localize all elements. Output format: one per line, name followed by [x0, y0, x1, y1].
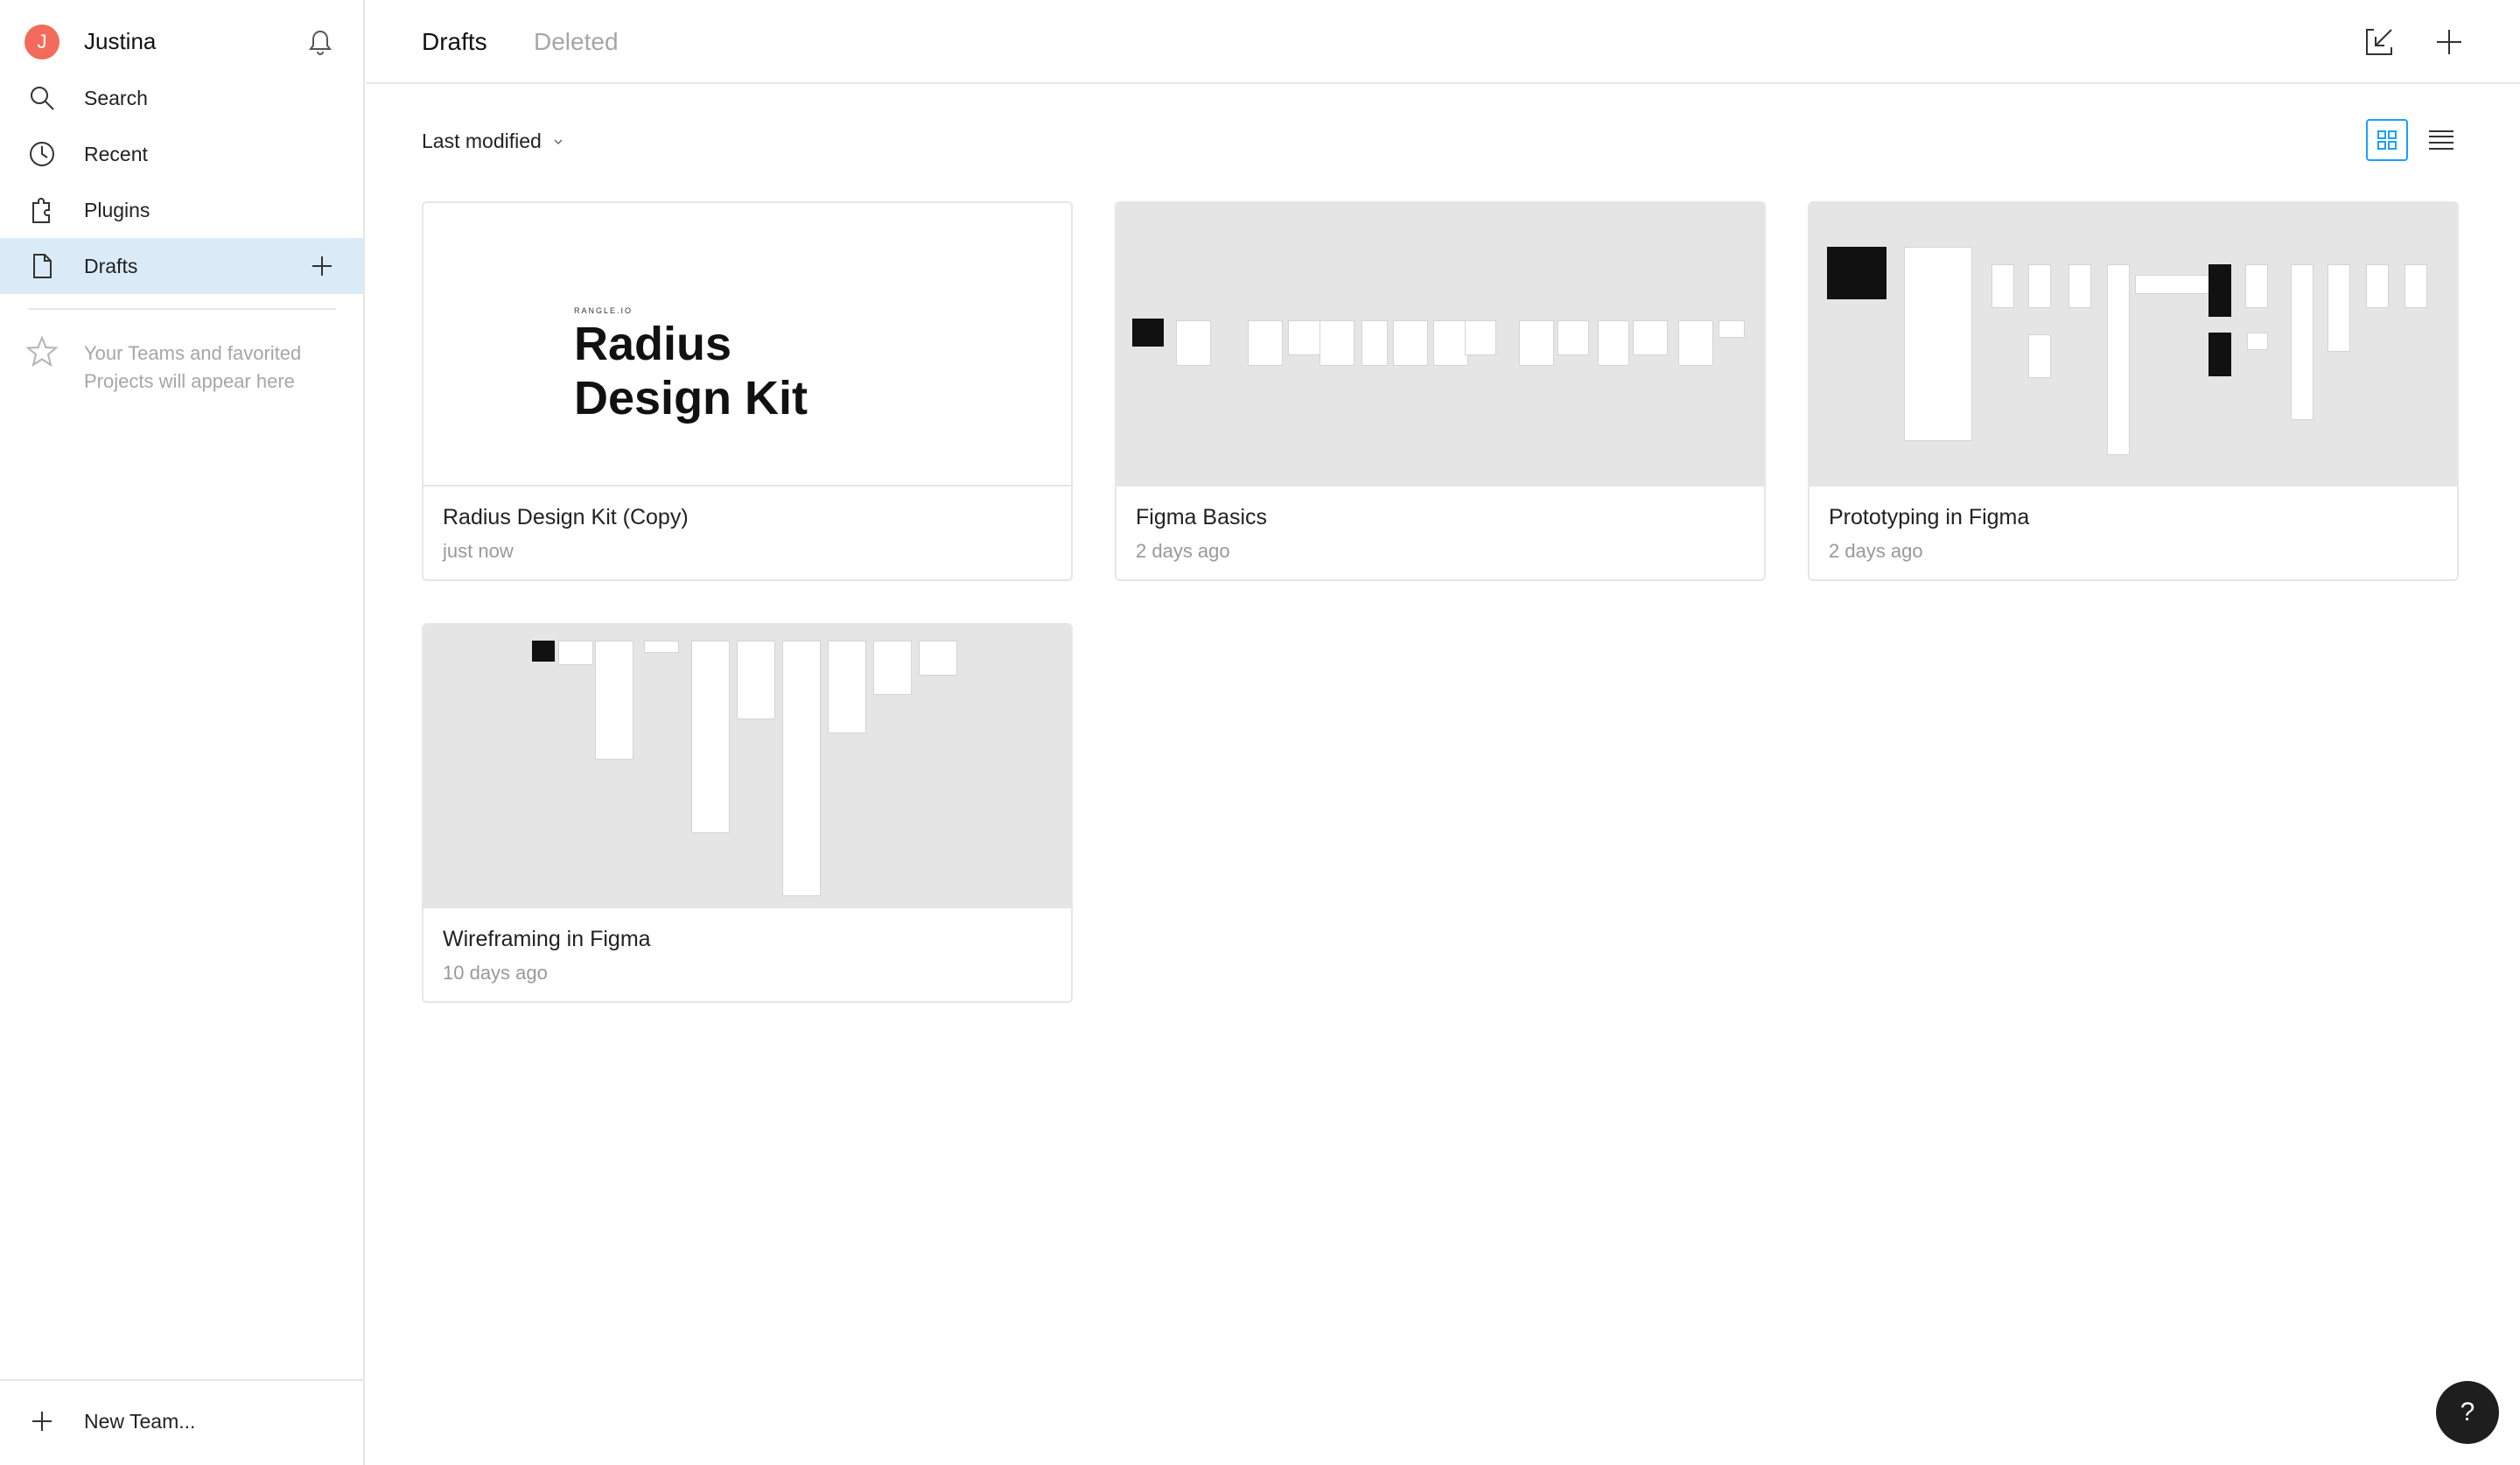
thumbnail-title-line: Design Kit — [574, 372, 808, 424]
sidebar-item-label: Recent — [84, 143, 148, 165]
grid-icon — [2377, 130, 2397, 150]
import-icon[interactable] — [2362, 25, 2397, 60]
file-thumbnail — [424, 625, 1071, 907]
list-icon — [2429, 130, 2454, 150]
new-team-button[interactable]: New Team... — [0, 1393, 363, 1449]
file-title: Wireframing in Figma — [443, 927, 651, 951]
user-name: Justina — [84, 28, 157, 54]
sidebar-item-drafts[interactable]: Drafts — [0, 238, 363, 294]
favorites-hint: Your Teams and favorited Projects will a… — [84, 342, 302, 392]
file-thumbnail: RANGLE.IO Radius Design Kit — [424, 203, 1071, 485]
sidebar-item-plugins[interactable]: Plugins — [0, 182, 363, 238]
file-title: Prototyping in Figma — [1829, 505, 2030, 529]
sidebar-item-label: Plugins — [84, 199, 150, 221]
sort-dropdown[interactable]: Last modified — [422, 130, 542, 153]
sidebar-divider — [28, 308, 336, 310]
file-icon — [33, 254, 52, 278]
sidebar-item-recent[interactable]: Recent — [0, 126, 363, 182]
thumbnail-brand: RANGLE.IO — [574, 306, 634, 315]
file-modified: 2 days ago — [1829, 540, 1923, 562]
new-team-label: New Team... — [84, 1410, 196, 1433]
grid-view-button[interactable] — [2366, 119, 2408, 161]
bell-icon[interactable] — [304, 26, 336, 58]
tab-deleted[interactable]: Deleted — [534, 28, 619, 56]
file-card-radius[interactable]: RANGLE.IO Radius Design Kit Radius Desig… — [422, 201, 1073, 581]
thumbnail-title-line: Radius — [574, 318, 732, 370]
sidebar-item-label: Drafts — [84, 255, 138, 277]
chevron-down-icon[interactable] — [551, 135, 565, 149]
header: Drafts Deleted — [367, 0, 2520, 84]
file-thumbnail — [1116, 203, 1764, 485]
thumbnail-title: Radius Design Kit — [574, 317, 808, 425]
file-modified: 2 days ago — [1136, 540, 1230, 562]
tab-drafts[interactable]: Drafts — [422, 28, 487, 56]
plus-icon — [32, 1412, 52, 1431]
file-modified: just now — [443, 540, 514, 562]
help-button[interactable]: ? — [2436, 1381, 2499, 1444]
card-divider — [1116, 485, 1764, 487]
list-view-button[interactable] — [2420, 119, 2462, 161]
file-modified: 10 days ago — [443, 962, 548, 984]
file-title: Radius Design Kit (Copy) — [443, 505, 689, 529]
plus-icon[interactable] — [2432, 25, 2467, 60]
sidebar-bottom-divider — [0, 1379, 363, 1381]
plugin-icon — [32, 198, 50, 223]
file-thumbnail — [1810, 203, 2457, 485]
sidebar: J Justina Search Recent Plugins Drafts Y… — [0, 0, 365, 1465]
card-divider — [424, 907, 1071, 908]
sidebar-item-label: Search — [84, 87, 148, 109]
clock-icon — [30, 142, 54, 166]
file-title: Figma Basics — [1136, 505, 1268, 529]
card-divider — [1810, 485, 2457, 487]
card-divider — [424, 485, 1071, 487]
file-card-wireframing[interactable]: Wireframing in Figma 10 days ago — [422, 623, 1073, 1003]
add-draft-icon[interactable] — [306, 250, 338, 282]
file-card-figma-basics[interactable]: Figma Basics 2 days ago — [1115, 201, 1766, 581]
sidebar-item-search[interactable]: Search — [0, 70, 363, 126]
star-icon — [25, 335, 59, 368]
avatar: J — [24, 25, 60, 60]
file-card-prototyping[interactable]: Prototyping in Figma 2 days ago — [1808, 201, 2459, 581]
search-icon — [31, 87, 54, 110]
